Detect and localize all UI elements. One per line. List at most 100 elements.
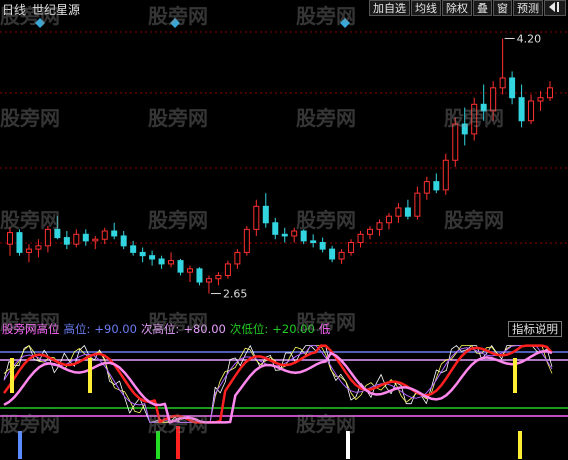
level-high-label: 高位: — [63, 322, 91, 336]
candlestick — [243, 226, 250, 256]
price-chart[interactable]: 4.20 2.65 — [0, 18, 568, 320]
candlestick — [404, 199, 411, 220]
candle-body — [414, 192, 421, 217]
candlestick — [63, 231, 70, 250]
candle-body — [215, 274, 222, 280]
candlestick — [281, 227, 288, 243]
watermark: 股旁网 — [0, 106, 60, 130]
watermark: 股旁网 — [0, 412, 60, 436]
candlestick — [73, 229, 80, 248]
signal-bar — [518, 431, 522, 459]
candlestick — [272, 217, 279, 240]
candle-body — [348, 242, 355, 253]
candle-body — [433, 181, 440, 191]
ex-rights-button[interactable]: 除权 — [442, 0, 472, 16]
left-right-arrow-icon[interactable] — [544, 0, 566, 16]
watermark: 股旁网 — [0, 310, 60, 334]
moving-average-button[interactable]: 均线 — [411, 0, 441, 16]
candle-body — [395, 207, 402, 217]
candle-body — [509, 77, 516, 99]
candlestick — [92, 235, 99, 250]
candlestick — [149, 250, 156, 266]
candlestick — [253, 199, 260, 236]
candle-body — [243, 228, 250, 253]
candle-body — [158, 258, 165, 265]
candlestick — [414, 186, 421, 220]
candlestick — [433, 173, 440, 194]
candle-body — [385, 215, 392, 224]
candle-body — [82, 233, 89, 242]
candlestick — [329, 245, 336, 263]
indicator-help-button[interactable]: 指标说明 — [508, 321, 562, 337]
watermark: 股旁网 — [0, 208, 60, 232]
slow-line — [3, 350, 553, 424]
candle-body — [35, 245, 42, 250]
candlestick — [499, 38, 506, 95]
candle-body — [25, 248, 32, 253]
candle-body — [139, 251, 146, 257]
candlestick — [547, 81, 553, 101]
forecast-button[interactable]: 预测 — [513, 0, 543, 16]
candlestick — [101, 227, 108, 245]
candle-body — [92, 238, 99, 242]
toolbar: 加自选 均线 除权 叠 窗 预测 — [369, 0, 566, 18]
candle-body — [357, 233, 364, 244]
overlay-button[interactable]: 叠 — [473, 0, 492, 16]
candlestick — [385, 212, 392, 230]
candle-body — [442, 159, 449, 191]
candle-body — [310, 240, 317, 244]
candlestick — [367, 226, 373, 240]
candlestick — [262, 193, 269, 228]
candlestick — [25, 244, 32, 263]
window-button[interactable]: 窗 — [493, 0, 512, 16]
candlestick — [357, 231, 364, 248]
watermark: 股旁网 — [148, 412, 208, 436]
candlestick — [196, 267, 203, 286]
candlestick — [348, 239, 355, 256]
candle-body — [423, 181, 430, 194]
candle-body — [404, 207, 411, 217]
watermark: 股旁网 — [296, 412, 356, 436]
candle-body — [120, 235, 127, 247]
watermark: 股旁网 — [296, 208, 356, 232]
candlestick — [423, 176, 430, 200]
candle-body — [281, 233, 288, 237]
main-line — [2, 344, 553, 424]
candlestick — [319, 237, 326, 253]
watermark: 股旁网 — [296, 106, 356, 130]
candle-body — [205, 278, 212, 283]
watermark: 股旁网 — [148, 310, 208, 334]
candlestick — [518, 84, 525, 128]
candlestick — [395, 203, 402, 223]
candle-body — [149, 255, 156, 260]
candle-body — [319, 242, 326, 250]
low-price-label: 2.65 — [223, 288, 248, 301]
candle-body — [16, 232, 23, 253]
candle-body — [528, 100, 535, 122]
candle-body — [537, 97, 544, 102]
level-second-low-label: 次低位: — [229, 322, 269, 336]
add-watchlist-button[interactable]: 加自选 — [369, 0, 410, 16]
candle-body — [499, 77, 506, 89]
signal-bar — [88, 358, 92, 393]
candle-body — [547, 87, 553, 99]
candle-body — [367, 228, 373, 235]
watermark: 股旁网 — [296, 4, 356, 28]
candle-body — [187, 268, 193, 273]
candlestick — [177, 258, 184, 276]
watermark: 股旁网 — [148, 4, 208, 28]
candlestick — [111, 222, 118, 240]
watermark: 股旁网 — [296, 310, 356, 334]
candlestick — [168, 252, 175, 268]
candlestick — [120, 231, 127, 250]
candlestick — [158, 255, 165, 269]
indicator-header: 股旁网高位 高位: +90.00 次高位: +80.00 次低位: +20.00 低 指标说明 — [0, 320, 568, 338]
candle-body — [168, 260, 175, 265]
candlestick — [234, 249, 241, 269]
candle-body — [196, 268, 203, 283]
watermark: 股旁网 — [0, 4, 60, 28]
candle-body — [338, 251, 345, 260]
indicator-chart[interactable] — [0, 338, 568, 460]
candle-body — [111, 230, 118, 237]
candlestick — [442, 153, 449, 195]
